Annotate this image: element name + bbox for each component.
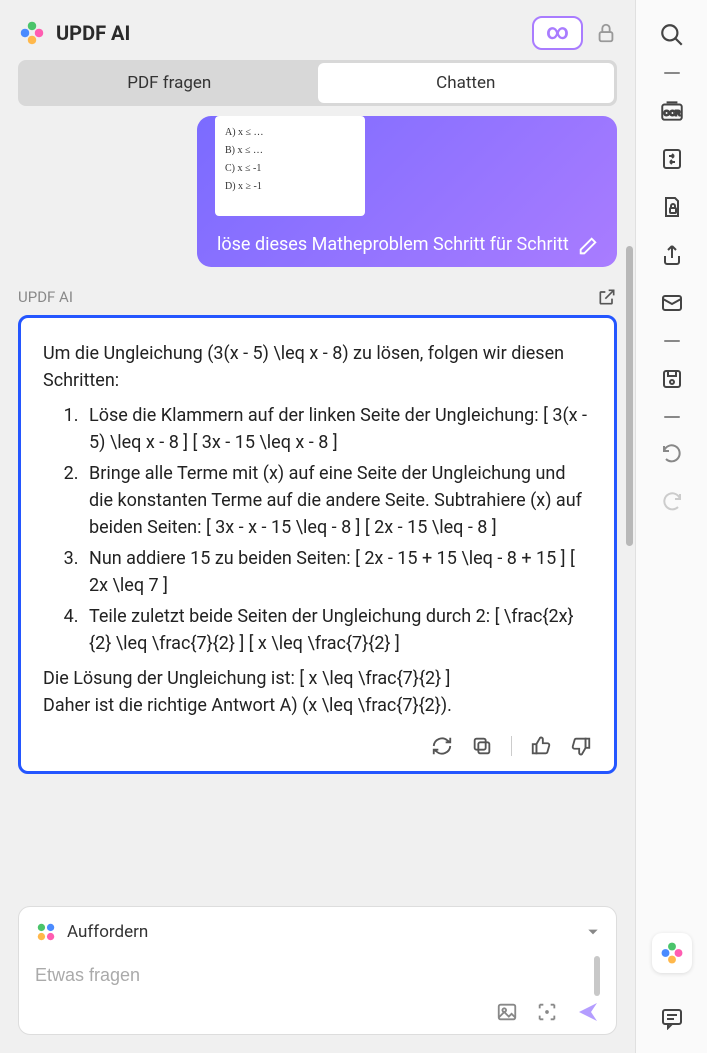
crop-icon[interactable] [536, 1001, 558, 1023]
input-scrollbar[interactable] [594, 956, 600, 996]
ai-intro: Um die Ungleichung (3(x - 5) \leq x - 8)… [43, 340, 592, 394]
tab-pdf-ask[interactable]: PDF fragen [21, 63, 318, 103]
chat-input[interactable] [35, 955, 594, 996]
regenerate-icon[interactable] [431, 735, 453, 757]
right-rail: OCR [635, 0, 707, 1053]
chat-area: A) x ≤ … B) x ≤ … C) x ≤ -1 D) x ≥ -1 lö… [0, 116, 635, 894]
app-logo-icon [18, 19, 46, 47]
rail-divider [664, 416, 680, 418]
header: UPDF AI ∞ [0, 0, 635, 60]
attachment-preview[interactable]: A) x ≤ … B) x ≤ … C) x ≤ -1 D) x ≥ -1 [215, 116, 365, 216]
rail-divider [664, 72, 680, 74]
user-message-text: löse dieses Matheproblem Schritt für Sch… [197, 234, 617, 255]
redo-icon[interactable] [655, 486, 689, 520]
attachment-line: C) x ≤ -1 [225, 160, 355, 178]
mode-tabs: PDF fragen Chatten [18, 60, 617, 106]
divider [511, 736, 512, 756]
scrollbar-thumb[interactable] [626, 246, 633, 546]
updf-launcher-icon[interactable] [652, 933, 692, 973]
ai-step: Nun addiere 15 zu beiden Seiten: [ 2x - … [83, 545, 592, 599]
input-box: Auffordern [18, 906, 617, 1035]
tab-chat[interactable]: Chatten [318, 63, 615, 103]
ai-step: Löse die Klammern auf der linken Seite d… [83, 402, 592, 456]
share-icon[interactable] [655, 238, 689, 272]
edit-icon[interactable] [577, 235, 599, 257]
chevron-down-icon [586, 925, 600, 939]
convert-icon[interactable] [655, 142, 689, 176]
attachment-line: A) x ≤ … [225, 124, 355, 142]
thumbs-up-icon[interactable] [530, 735, 552, 757]
thumbs-down-icon[interactable] [570, 735, 592, 757]
svg-text:OCR: OCR [663, 108, 680, 117]
chat-icon[interactable] [655, 1001, 689, 1035]
mail-icon[interactable] [655, 286, 689, 320]
ai-step: Teile zuletzt beide Seiten der Ungleichu… [83, 603, 592, 657]
external-link-icon[interactable] [597, 287, 617, 307]
copy-icon[interactable] [471, 735, 493, 757]
ai-response: Um die Ungleichung (3(x - 5) \leq x - 8)… [18, 315, 617, 774]
attachment-line: B) x ≤ … [225, 142, 355, 160]
prompt-label: Auffordern [67, 922, 148, 942]
rail-divider [664, 340, 680, 342]
lock-icon[interactable] [595, 22, 617, 44]
app-title: UPDF AI [56, 21, 130, 45]
ai-sender-label: UPDF AI [18, 288, 73, 306]
user-message: A) x ≤ … B) x ≤ … C) x ≤ -1 D) x ≥ -1 lö… [197, 116, 617, 267]
infinity-button[interactable]: ∞ [532, 16, 583, 50]
prompt-selector[interactable]: Auffordern [35, 921, 600, 943]
ai-conclusion: Daher ist die richtige Antwort A) (x \le… [43, 692, 592, 719]
attachment-line: D) x ≥ -1 [225, 178, 355, 196]
send-icon[interactable] [576, 1000, 600, 1024]
ai-solution: Die Lösung der Ungleichung ist: [ x \leq… [43, 665, 592, 692]
ai-step: Bringe alle Terme mit (x) auf eine Seite… [83, 460, 592, 541]
search-icon[interactable] [655, 18, 689, 52]
lock-file-icon[interactable] [655, 190, 689, 224]
apps-icon [35, 921, 57, 943]
ocr-icon[interactable]: OCR [655, 94, 689, 128]
undo-icon[interactable] [655, 438, 689, 472]
save-icon[interactable] [655, 362, 689, 396]
image-icon[interactable] [496, 1001, 518, 1023]
